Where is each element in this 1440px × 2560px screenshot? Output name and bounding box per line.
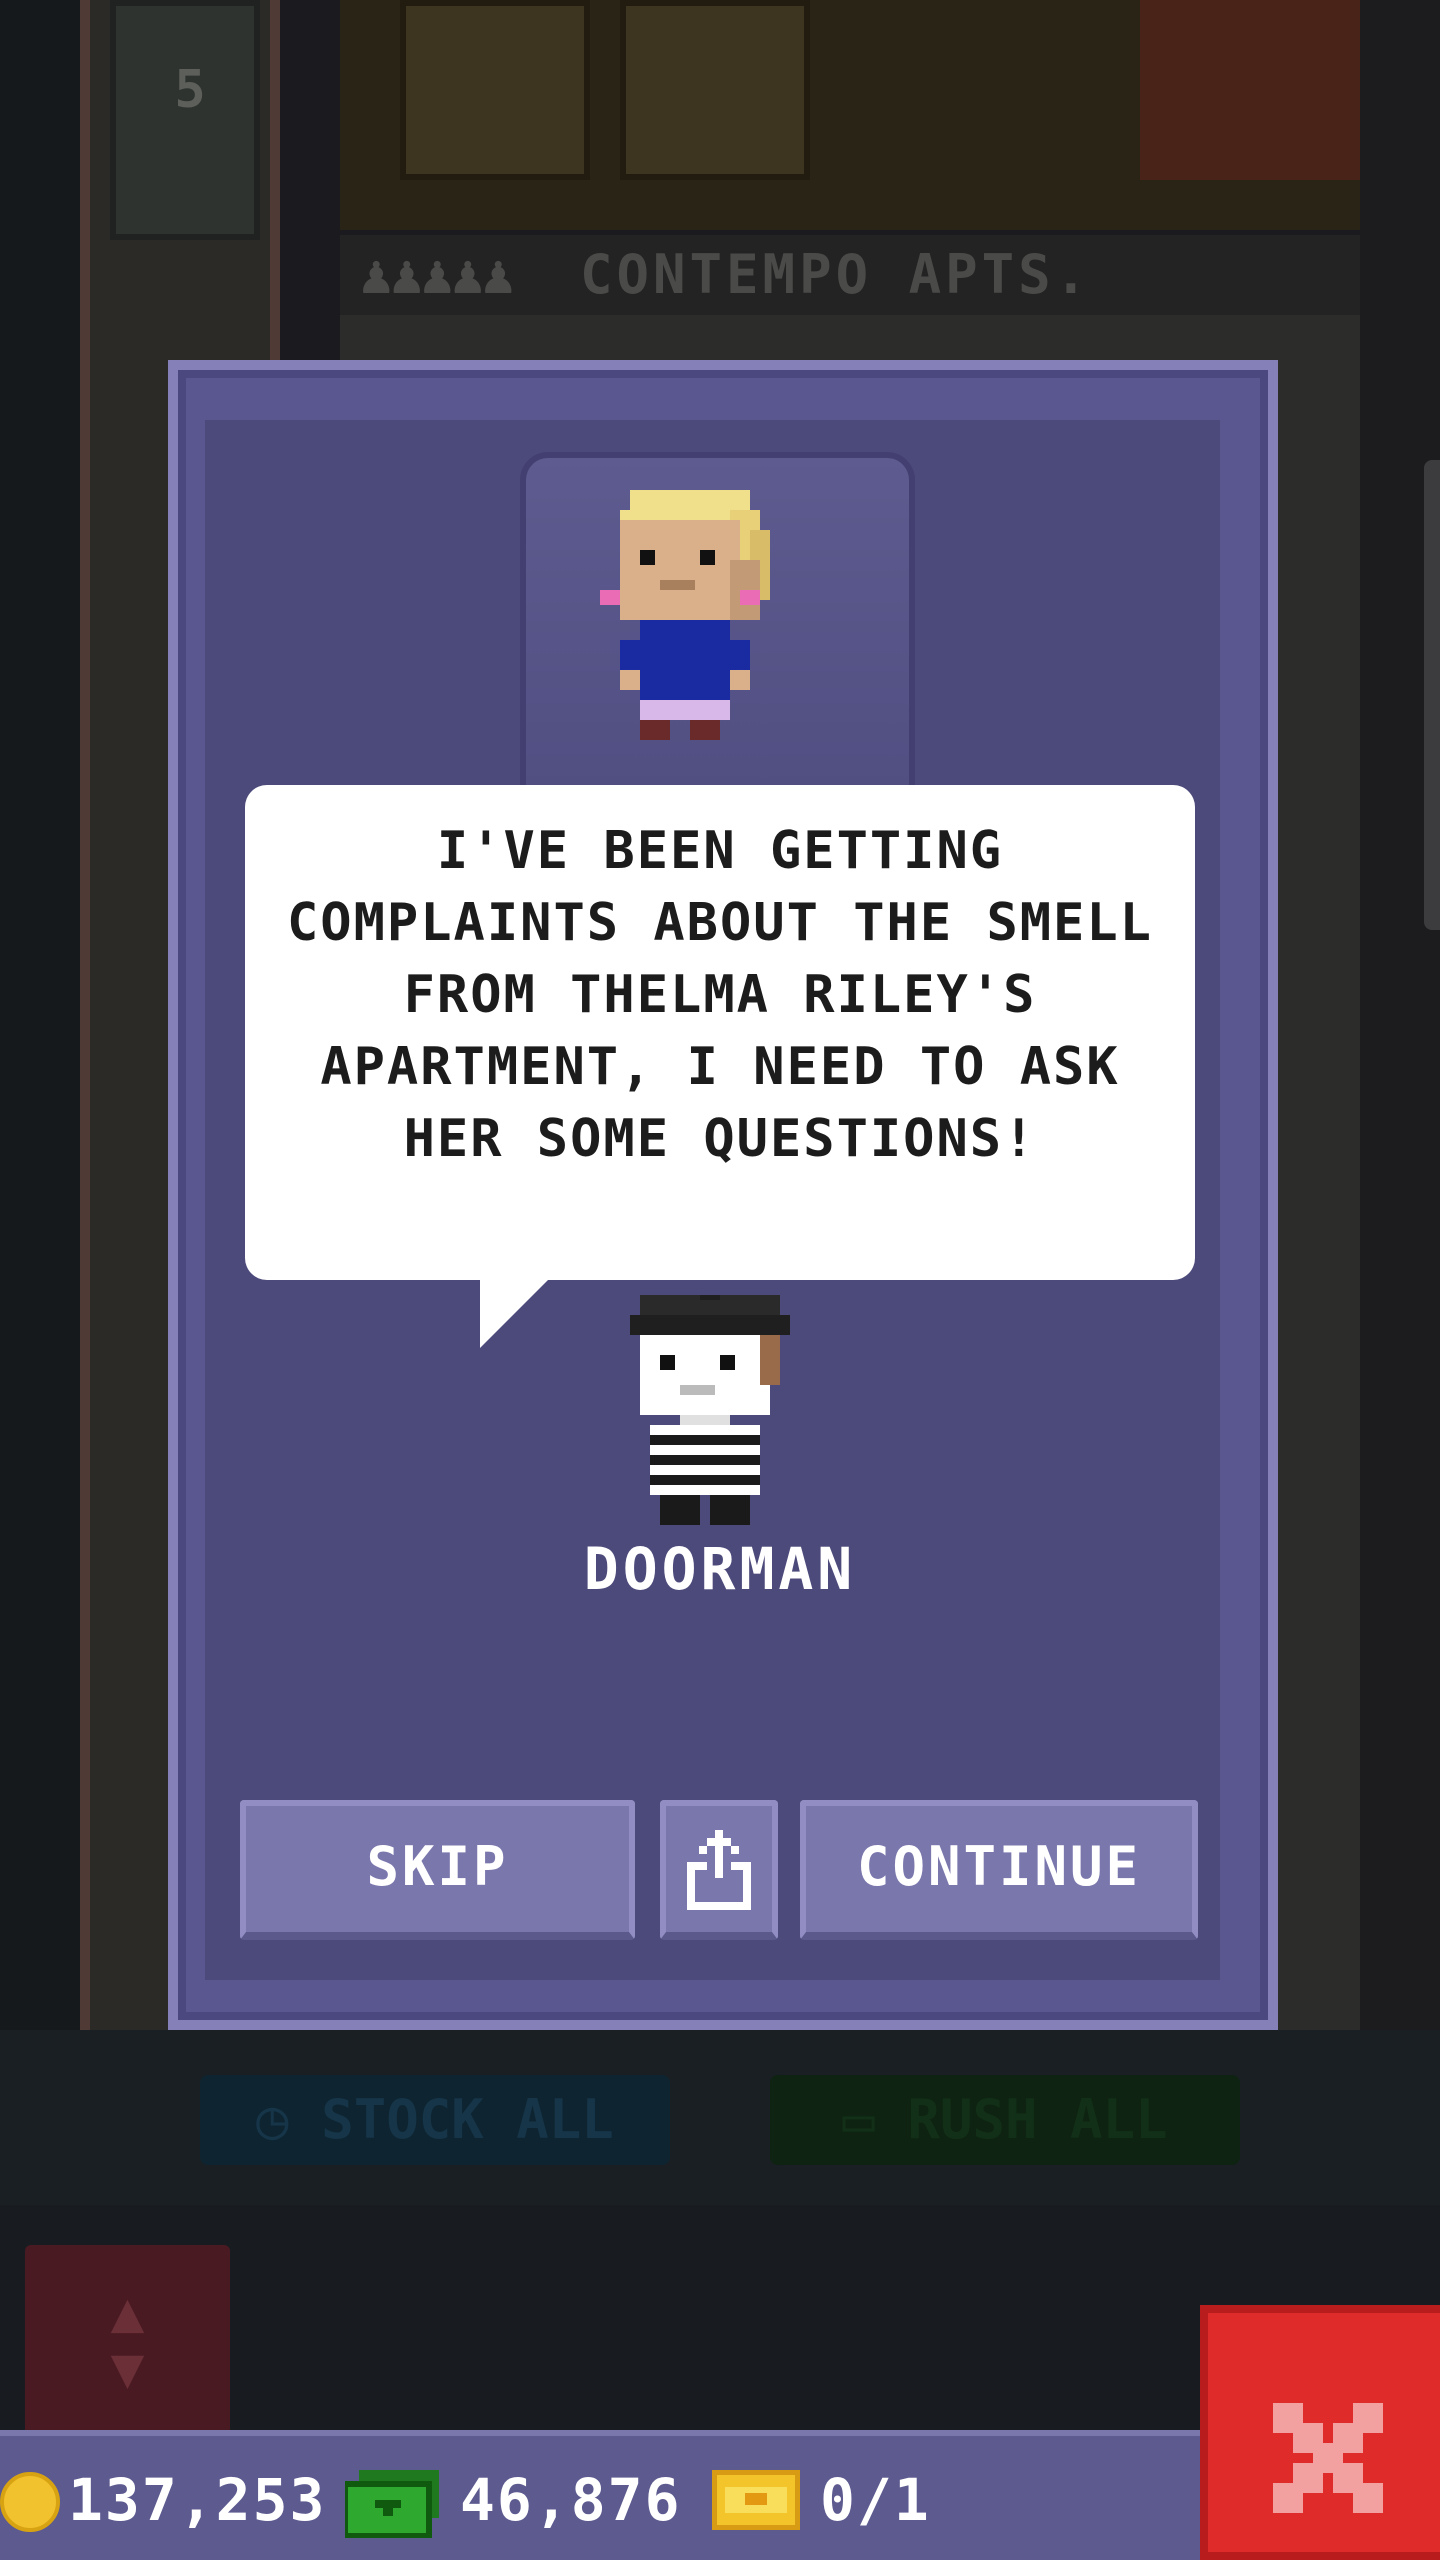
up-down-arrows-icon: ▲ ▼	[110, 2280, 145, 2401]
share-icon	[687, 1830, 751, 1910]
floor-number: 5	[174, 60, 206, 120]
clock-icon: ◷	[256, 2088, 322, 2151]
coin-icon	[0, 2472, 60, 2532]
dialog-message: I'VE BEEN GETTING COMPLAINTS ABOUT THE S…	[287, 821, 1153, 1169]
bux-count: 0/1	[820, 2466, 931, 2534]
cash-icon	[345, 2470, 439, 2538]
floor-name-label: ♟♟♟♟♟ CONTEMPO APTS.	[340, 235, 1360, 315]
window	[400, 0, 590, 180]
bux-ticket-graphic	[725, 2487, 787, 2513]
speaker-name: DOORMAN	[583, 1535, 857, 1603]
elevator-control-button: ▲ ▼	[25, 2245, 230, 2435]
doorman-character-icon	[630, 1295, 790, 1525]
window	[620, 0, 810, 180]
close-button[interactable]	[1200, 2305, 1440, 2560]
stock-all-button: ◷ STOCK ALL	[200, 2075, 670, 2165]
share-button[interactable]	[660, 1800, 778, 1940]
speech-bubble-tail	[480, 1278, 550, 1348]
close-icon	[1273, 2403, 1383, 2513]
upper-floor	[340, 0, 1410, 230]
resident-character-icon	[600, 490, 770, 740]
coin-count: 137,253	[68, 2466, 327, 2534]
bux-ticket-icon	[712, 2470, 800, 2530]
residents-icon: ♟♟♟♟♟	[360, 243, 515, 306]
floor-name: CONTEMPO APTS.	[580, 243, 1092, 306]
side-scroll-handle[interactable]	[1424, 460, 1440, 930]
right-wall	[1360, 0, 1440, 2030]
elevator-car	[110, 0, 260, 240]
cash-count: 46,876	[460, 2466, 682, 2534]
continue-button[interactable]: CONTINUE	[800, 1800, 1198, 1940]
rush-all-button: ▭ RUSH ALL	[770, 2075, 1240, 2165]
skip-button[interactable]: SKIP	[240, 1800, 635, 1940]
cash-icon: ▭	[842, 2088, 908, 2151]
